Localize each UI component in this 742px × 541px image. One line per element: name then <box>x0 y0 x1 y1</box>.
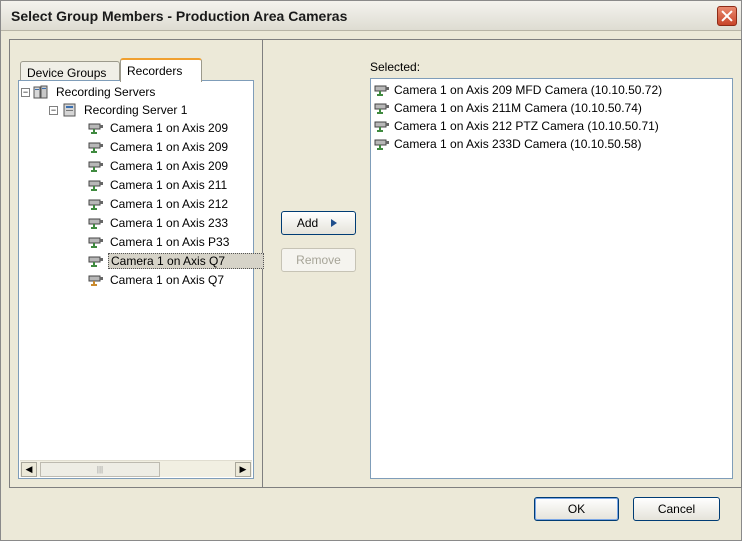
title-bar[interactable]: Select Group Members - Production Area C… <box>1 1 741 31</box>
add-button-label: Add <box>296 216 319 230</box>
horizontal-scrollbar[interactable]: ◀ ||| ▶ <box>20 460 252 477</box>
selected-list[interactable]: Camera 1 on Axis 209 MFD Camera (10.10.5… <box>370 78 733 479</box>
tree-label-camera: Camera 1 on Axis 209 <box>110 140 229 154</box>
list-item-label: Camera 1 on Axis 211M Camera (10.10.50.7… <box>394 100 642 115</box>
remove-button[interactable]: Remove <box>281 248 356 272</box>
recorders-tree[interactable]: − Recording Servers − Recording Server 1… <box>18 80 264 479</box>
tree-label-camera: Camera 1 on Axis Q7 <box>108 253 264 269</box>
collapse-icon[interactable]: − <box>49 105 58 115</box>
servers-icon <box>33 85 48 99</box>
list-item[interactable]: Camera 1 on Axis 211M Camera (10.10.50.7… <box>373 99 642 116</box>
tree-item-camera[interactable]: Camera 1 on Axis P33 <box>87 233 231 251</box>
list-item[interactable]: Camera 1 on Axis 209 MFD Camera (10.10.5… <box>373 81 662 98</box>
tree-label-camera: Camera 1 on Axis 211 <box>110 178 228 192</box>
tree-item-camera[interactable]: Camera 1 on Axis 211 <box>87 176 229 194</box>
tree-label-root: Recording Servers <box>56 85 156 99</box>
camera-icon <box>374 121 389 132</box>
tree-label-camera: Camera 1 on Axis 209 <box>110 121 229 135</box>
tree-label-camera: Camera 1 on Axis 212 <box>110 197 229 211</box>
tree-node-recording-server-1[interactable]: − Recording Server 1 <box>49 101 189 119</box>
camera-icon <box>374 139 389 150</box>
list-item-label: Camera 1 on Axis 209 MFD Camera (10.10.5… <box>394 82 663 97</box>
close-icon[interactable] <box>717 6 737 26</box>
window-title: Select Group Members - Production Area C… <box>11 8 348 24</box>
remove-button-label: Remove <box>296 253 341 267</box>
list-item-label: Camera 1 on Axis 233D Camera (10.10.50.5… <box>394 136 642 151</box>
camera-icon <box>374 103 389 114</box>
tree-item-camera[interactable]: Camera 1 on Axis 212 <box>87 195 230 213</box>
camera-icon <box>88 123 103 134</box>
collapse-icon[interactable]: − <box>21 87 30 97</box>
tree-label-camera: Camera 1 on Axis Q7 <box>110 273 225 287</box>
camera-icon <box>88 199 103 210</box>
tree-node-recording-servers[interactable]: − Recording Servers <box>21 83 157 101</box>
list-item-label: Camera 1 on Axis 212 PTZ Camera (10.10.5… <box>394 118 659 133</box>
cancel-button-label: Cancel <box>657 502 696 516</box>
camera-icon <box>88 218 103 229</box>
cancel-button[interactable]: Cancel <box>633 497 720 521</box>
tree-item-camera[interactable]: Camera 1 on Axis Q7 <box>87 271 226 289</box>
list-item[interactable]: Camera 1 on Axis 233D Camera (10.10.50.5… <box>373 135 641 152</box>
tree-item-camera[interactable]: Camera 1 on Axis 209 <box>87 138 230 156</box>
camera-icon <box>374 85 389 96</box>
scroll-left-icon[interactable]: ◀ <box>21 462 37 477</box>
camera-icon <box>88 142 103 153</box>
tree-item-camera[interactable]: Camera 1 on Axis 209 <box>87 119 230 137</box>
add-button[interactable]: Add <box>281 211 356 235</box>
scroll-right-icon[interactable]: ▶ <box>235 462 251 477</box>
selected-label: Selected: <box>370 60 421 74</box>
scrollbar-thumb[interactable]: ||| <box>40 462 160 477</box>
tree-item-camera[interactable]: Camera 1 on Axis 233 <box>87 214 230 232</box>
left-pane: Device Groups Recorders − Recording Serv… <box>10 40 264 487</box>
camera-icon <box>88 180 103 191</box>
tree-label-camera: Camera 1 on Axis P33 <box>110 235 230 249</box>
tab-device-groups[interactable]: Device Groups <box>20 61 120 81</box>
ok-button[interactable]: OK <box>534 497 619 521</box>
tree-label-server: Recording Server 1 <box>84 103 188 117</box>
tree-label-camera: Camera 1 on Axis 209 <box>110 159 229 173</box>
camera-icon <box>88 237 103 248</box>
tree-item-camera[interactable]: Camera 1 on Axis 209 <box>87 157 230 175</box>
server-icon <box>63 103 76 117</box>
dialog: Select Group Members - Production Area C… <box>0 0 742 541</box>
tab-recorders[interactable]: Recorders <box>120 58 202 82</box>
tree-label-camera: Camera 1 on Axis 233 <box>110 216 229 230</box>
camera-icon <box>88 256 103 267</box>
tree-item-camera-selected[interactable]: Camera 1 on Axis Q7 <box>87 252 264 270</box>
triangle-right-icon <box>331 219 338 227</box>
content-frame: Device Groups Recorders − Recording Serv… <box>9 39 742 488</box>
list-item[interactable]: Camera 1 on Axis 212 PTZ Camera (10.10.5… <box>373 117 659 134</box>
camera-icon <box>88 161 103 172</box>
ok-button-label: OK <box>567 502 586 516</box>
camera-disabled-icon <box>88 275 103 286</box>
